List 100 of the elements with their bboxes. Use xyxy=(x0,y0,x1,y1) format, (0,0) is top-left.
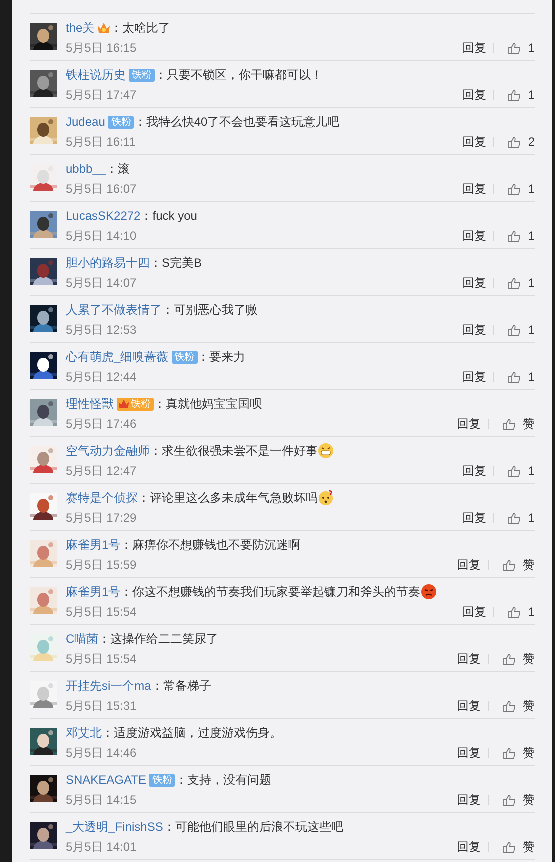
reply-link[interactable]: 回复 xyxy=(462,321,486,339)
reply-link[interactable]: 回复 xyxy=(457,556,481,574)
comment-time: 5月5日 16:07 xyxy=(66,181,137,198)
username-link[interactable]: 理性怪獸 xyxy=(66,395,114,413)
like-button[interactable]: 2 xyxy=(501,133,535,151)
comment-time: 5月5日 14:15 xyxy=(66,792,137,809)
reply-link[interactable]: 回复 xyxy=(457,791,481,809)
reply-link[interactable]: 回复 xyxy=(462,39,486,57)
username-link[interactable]: 心有萌虎_细嗅蔷薇 xyxy=(66,348,169,366)
thumbs-up-icon xyxy=(508,230,522,242)
crown-badge-icon xyxy=(96,21,111,35)
thumbs-up-icon xyxy=(503,746,516,760)
username-link[interactable]: 麻雀男1号 xyxy=(66,536,121,554)
thumbs-up-icon xyxy=(508,464,522,478)
username-link[interactable]: LucasSK2272 xyxy=(66,207,141,225)
comment-time: 5月5日 12:53 xyxy=(66,322,137,339)
reply-link[interactable]: 回复 xyxy=(462,133,486,151)
reply-link[interactable]: 回复 xyxy=(462,274,486,292)
comment-time: 5月5日 15:59 xyxy=(66,557,137,574)
comment-time: 5月5日 14:07 xyxy=(66,275,137,292)
comment-time: 5月5日 17:29 xyxy=(66,510,137,527)
username-link[interactable]: ubbb__ xyxy=(66,160,106,178)
username-link[interactable]: 胆小的路易十四 xyxy=(66,254,150,272)
comment-text: ：可能他们眼里的后浪不玩这些吧 xyxy=(163,819,344,836)
comment-text: ：我特么快40了不会也要看这玩意儿吧 xyxy=(134,114,340,131)
comment-text: ：适度游戏益脑，过度游戏伤身。 xyxy=(102,725,282,742)
grinning-face-icon xyxy=(318,443,334,459)
reply-link[interactable]: 回复 xyxy=(462,368,486,386)
username-link[interactable]: 麻雀男1号 xyxy=(66,583,121,601)
comment-time: 5月5日 16:11 xyxy=(66,134,136,151)
like-button[interactable]: 1 xyxy=(501,462,535,480)
comment-text: ：求生欲很强未尝不是一件好事 xyxy=(150,443,318,460)
reply-link[interactable]: 回复 xyxy=(462,509,486,527)
thumbs-up-icon xyxy=(508,512,522,524)
username-link[interactable]: 空气动力金融师 xyxy=(66,442,150,460)
like-button[interactable]: 赞 xyxy=(496,838,535,856)
username-link[interactable]: the关 xyxy=(66,19,95,37)
comment-time: 5月5日 12:44 xyxy=(66,369,137,386)
thumbs-up-icon xyxy=(503,840,516,854)
comment-time: 5月5日 15:54 xyxy=(66,651,137,668)
reply-link[interactable]: 回复 xyxy=(457,415,481,433)
reply-link[interactable]: 回复 xyxy=(462,227,486,245)
thumbs-up-icon xyxy=(508,136,522,148)
comment-text: ：fuck you xyxy=(140,208,198,225)
like-button[interactable]: 赞 xyxy=(496,556,535,574)
username-link[interactable]: 人累了不做表情了 xyxy=(66,301,162,319)
like-button[interactable]: 1 xyxy=(501,227,535,245)
username-link[interactable]: 赛特是个侦探 xyxy=(66,489,138,507)
username-link[interactable]: Judeau xyxy=(66,113,106,131)
comment-time: 5月5日 17:46 xyxy=(66,416,137,433)
fan-badge: 铁粉 xyxy=(108,116,134,128)
comment-text: ：S完美B xyxy=(150,255,202,272)
angry-face-icon xyxy=(420,584,437,600)
puzzled-face-icon xyxy=(318,490,334,506)
like-button[interactable]: 赞 xyxy=(496,697,535,715)
like-button[interactable]: 1 xyxy=(501,39,535,57)
username-link[interactable]: 铁柱说历史 xyxy=(66,66,126,84)
like-button[interactable]: 赞 xyxy=(496,744,535,762)
thumbs-up-icon xyxy=(503,700,516,712)
username-link[interactable]: 邓艾北 xyxy=(66,724,102,742)
thumbs-up-icon xyxy=(508,276,522,290)
thumbs-up-icon xyxy=(508,324,522,336)
comment-time: 5月5日 12:47 xyxy=(66,463,137,480)
username-link[interactable]: SNAKEAGATE xyxy=(66,771,146,789)
comment-text: ：常备梯子 xyxy=(151,678,212,695)
comment-text: ：这操作给二二笑尿了 xyxy=(98,631,219,648)
reply-link[interactable]: 回复 xyxy=(457,697,481,715)
thumbs-up-icon xyxy=(503,794,516,806)
reply-link[interactable]: 回复 xyxy=(457,838,481,856)
thumbs-up-icon xyxy=(508,88,522,102)
comment-time: 5月5日 16:15 xyxy=(66,40,137,57)
like-button[interactable]: 赞 xyxy=(496,415,535,433)
reply-link[interactable]: 回复 xyxy=(462,180,486,198)
reply-link[interactable]: 回复 xyxy=(462,603,486,621)
thumbs-up-icon xyxy=(503,418,516,430)
comment-time: 5月5日 15:54 xyxy=(66,604,137,621)
like-button[interactable]: 1 xyxy=(501,180,535,198)
thumbs-up-icon xyxy=(503,652,516,666)
reply-link[interactable]: 回复 xyxy=(462,462,486,480)
thumbs-up-icon xyxy=(508,370,522,384)
comment-text: ：可别恶心我了嗷 xyxy=(162,302,258,319)
username-link[interactable]: _大透明_FinishSS xyxy=(66,818,164,836)
like-button[interactable]: 1 xyxy=(501,274,535,292)
username-link[interactable]: C喵菌 xyxy=(66,630,99,648)
comment-time: 5月5日 14:46 xyxy=(66,745,137,762)
reply-link[interactable]: 回复 xyxy=(457,650,481,668)
like-button[interactable]: 赞 xyxy=(496,650,535,668)
comment-text: ：要来力 xyxy=(198,349,246,366)
comment-text: ：太啥比了 xyxy=(110,20,171,37)
reply-link[interactable]: 回复 xyxy=(457,744,481,762)
like-button[interactable]: 赞 xyxy=(496,791,535,809)
like-button[interactable]: 1 xyxy=(501,368,535,386)
reply-link[interactable]: 回复 xyxy=(462,86,486,104)
comment-time: 5月5日 15:31 xyxy=(66,698,137,715)
like-button[interactable]: 1 xyxy=(501,603,535,621)
like-button[interactable]: 1 xyxy=(501,86,535,104)
thumbs-up-icon xyxy=(508,182,522,196)
username-link[interactable]: 开挂先si一个ma xyxy=(66,677,152,695)
like-button[interactable]: 1 xyxy=(501,321,535,339)
like-button[interactable]: 1 xyxy=(501,509,535,527)
